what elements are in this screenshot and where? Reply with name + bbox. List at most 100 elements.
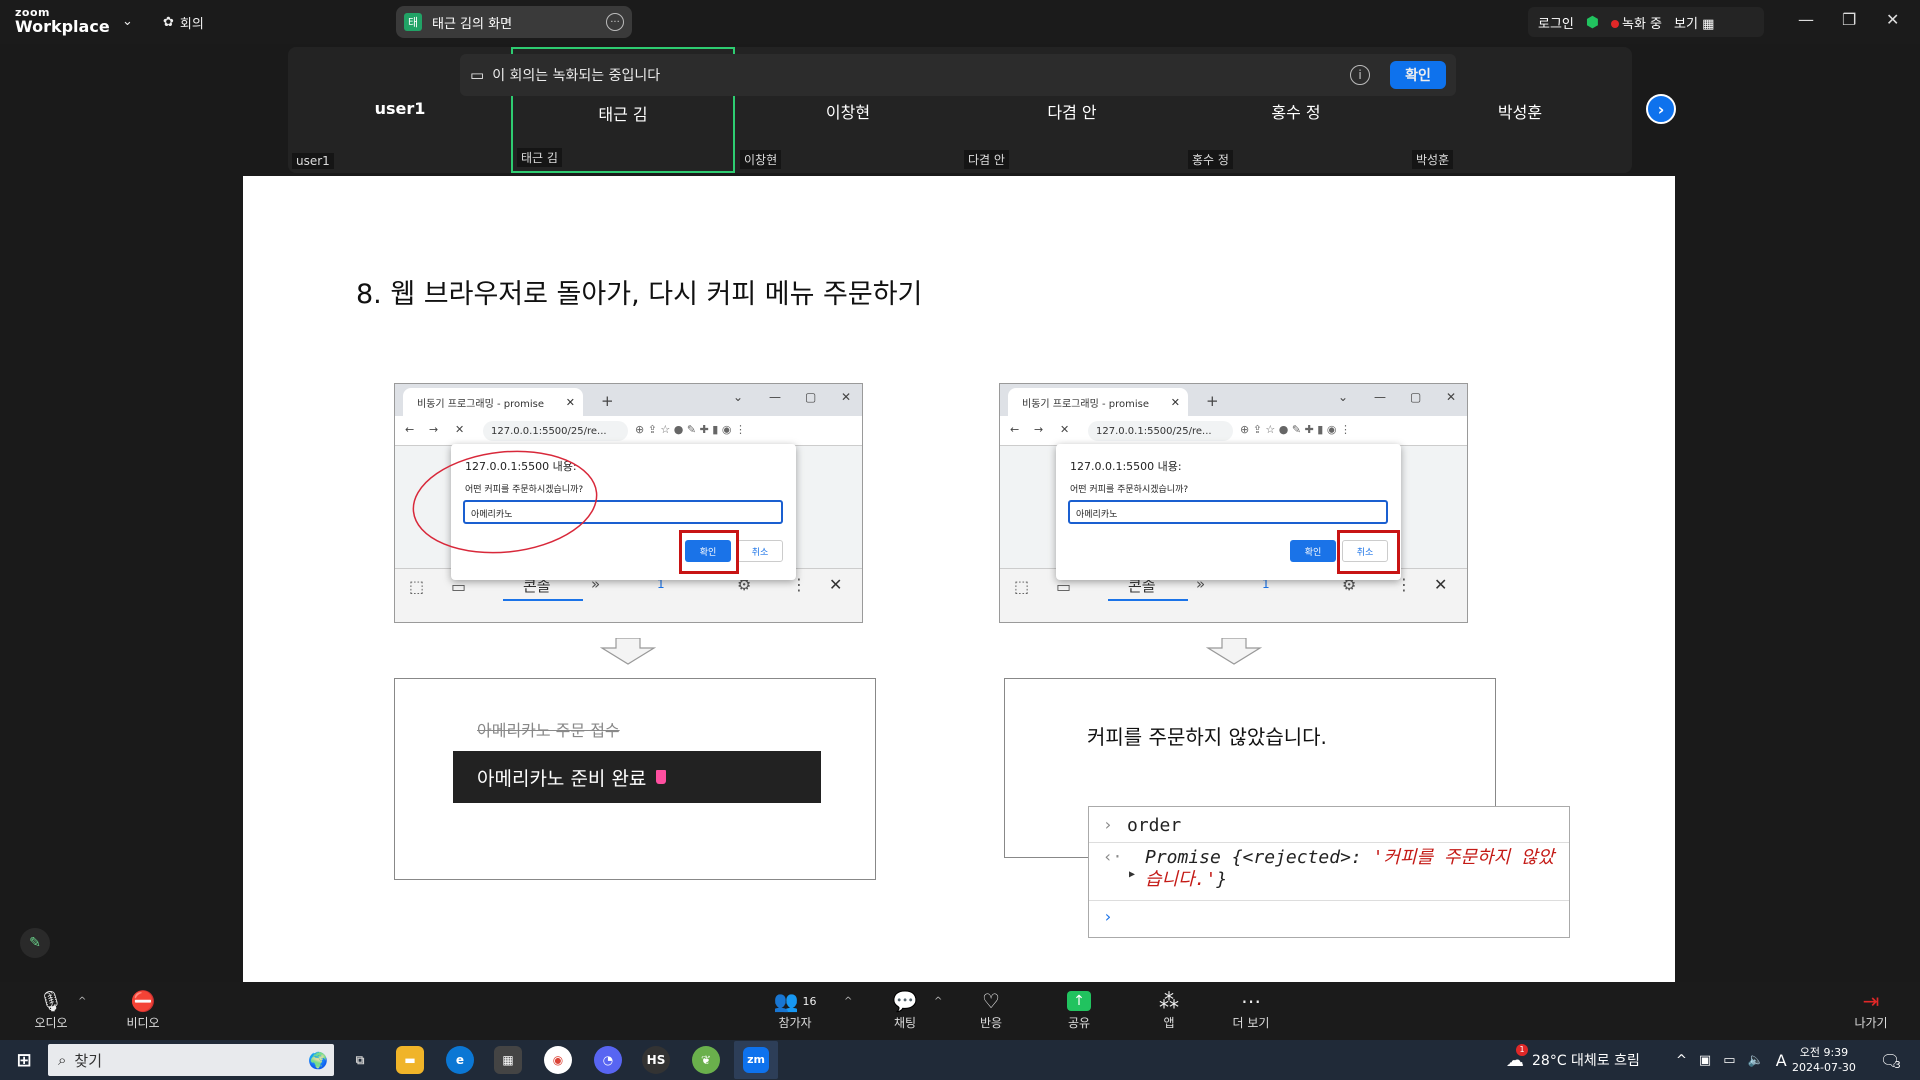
result-box-left: 아메리카노 주문 접수 아메리카노 준비 완료 <box>394 678 876 880</box>
browser-addressbar: ← → ✕ 127.0.0.1:5500/25/re... ⊕ ⇪ ☆ ● ✎ … <box>1000 416 1467 446</box>
forward-icon: → <box>1034 423 1044 436</box>
chevron-up-icon[interactable]: ^ <box>78 996 86 1007</box>
search-highlight-icon: 🌍 <box>308 1050 328 1070</box>
store-icon[interactable]: ▦ <box>494 1046 522 1074</box>
participant-name: 태근 김 <box>598 105 648 124</box>
chevron-up-icon[interactable]: ^ <box>844 996 852 1007</box>
apps-button[interactable]: ⁂ 앱 <box>1134 988 1204 1031</box>
meeting-menu-button[interactable]: ✿ 회의 <box>163 13 204 32</box>
discord-icon[interactable]: ◔ <box>594 1046 622 1074</box>
console-output: › order ‹· ▶ Promise {<rejected>: '커피를 주… <box>1088 806 1570 938</box>
more-options-icon[interactable]: ··· <box>606 13 624 31</box>
close-icon: ✕ <box>1446 390 1457 404</box>
active-tab-underline <box>1108 599 1188 601</box>
weather-badge: 1 <box>1516 1043 1528 1056</box>
camera-icon[interactable]: ▣ <box>1699 1053 1711 1068</box>
recording-notice-text: 이 회의는 녹화되는 중입니다 <box>492 68 661 84</box>
reactions-label: 반응 <box>979 1016 1003 1030</box>
reactions-button[interactable]: ♡ 반응 <box>956 988 1026 1031</box>
dialog-origin: 127.0.0.1:5500 내용: <box>1070 460 1182 473</box>
result-text: 커피를 주문하지 않았습니다. <box>1087 725 1327 749</box>
people-icon: ✿ <box>163 15 174 30</box>
spring-icon[interactable]: ❦ <box>692 1046 720 1074</box>
console-result: Promise {<rejected>: '커피를 주문하지 않았습니다.'} <box>1145 847 1561 891</box>
browser-tabbar: 비동기 프로그래밍 - promise ✕ + ⌄ — ▢ ✕ <box>1000 384 1467 416</box>
taskbar-search-label: 찾기 <box>74 1051 103 1070</box>
more-button[interactable]: ⋯ 더 보기 <box>1216 988 1286 1031</box>
participant-label: user1 <box>292 153 334 169</box>
view-button[interactable]: 보기 ▦ <box>1674 13 1714 32</box>
new-tab-icon: + <box>1206 392 1219 410</box>
dialog-input: 아메리카노 <box>1068 500 1388 524</box>
chat-button[interactable]: 💬 채팅 <box>870 988 940 1031</box>
tab-close-icon: ✕ <box>565 395 575 409</box>
file-explorer-icon[interactable]: ▬ <box>396 1046 424 1074</box>
edge-icon[interactable]: e <box>446 1046 474 1074</box>
leave-button[interactable]: ⇥ 나가기 <box>1836 988 1906 1031</box>
zoom-app-icon: zm <box>743 1047 769 1073</box>
participants-button[interactable]: 👥 16 참가자 <box>760 988 830 1031</box>
chevron-up-icon[interactable]: ^ <box>1676 1053 1687 1068</box>
clock[interactable]: 오전 9:39 2024-07-30 <box>1792 1040 1856 1080</box>
taskbar-search[interactable]: ⌕ 찾기 🌍 <box>48 1044 334 1076</box>
chevron-right-icon: › <box>1103 815 1113 834</box>
annotate-pencil-button[interactable]: ✎ <box>20 928 50 958</box>
chrome-icon[interactable]: ◉ <box>544 1046 572 1074</box>
console-result-row: ‹· ▶ Promise {<rejected>: '커피를 주문하지 않았습니… <box>1089 845 1569 901</box>
shared-screen: 8. 웹 브라우저로 돌아가, 다시 커피 메뉴 주문하기 비동기 프로그래밍 … <box>243 176 1675 982</box>
share-label: 공유 <box>1067 1016 1091 1030</box>
highlight-box-ok <box>679 530 739 574</box>
top-right-group: 로그인 ⬢ 녹화 중 보기 ▦ <box>1528 7 1764 37</box>
tab-close-icon: ✕ <box>1170 395 1180 409</box>
apps-label: 앱 <box>1163 1016 1175 1030</box>
chat-label: 채팅 <box>893 1016 917 1030</box>
login-button[interactable]: 로그인 <box>1538 13 1574 32</box>
recording-confirm-button[interactable]: 확인 <box>1390 61 1446 89</box>
slide-title: 8. 웹 브라우저로 돌아가, 다시 커피 메뉴 주문하기 <box>356 279 923 310</box>
camera-icon: ▭ <box>470 66 485 84</box>
minimize-icon[interactable]: — <box>1798 10 1814 29</box>
clock-date: 2024-07-30 <box>1792 1061 1856 1074</box>
highlight-box-cancel <box>1337 530 1400 574</box>
screen-share-indicator[interactable]: 태 태근 김의 화면 ··· <box>396 6 632 38</box>
hs-app-icon[interactable]: HS <box>642 1046 670 1074</box>
speaker-icon[interactable]: 🔈 <box>1748 1053 1764 1068</box>
arrow-down-icon <box>1206 638 1262 665</box>
chevron-right-icon: › <box>1657 99 1665 119</box>
share-title: 태근 김의 화면 <box>432 16 513 32</box>
ime-indicator[interactable]: A <box>1776 1051 1787 1070</box>
chevron-up-icon[interactable]: ^ <box>934 996 942 1007</box>
notification-center[interactable]: 🗨 3 <box>1880 1040 1901 1080</box>
restore-icon[interactable]: ❐ <box>1842 10 1856 29</box>
dialog-ok-button: 확인 <box>1290 540 1336 562</box>
gallery-next-button[interactable]: › <box>1646 94 1676 124</box>
network-icon[interactable]: ▭ <box>1723 1053 1735 1068</box>
info-icon[interactable]: i <box>1350 65 1370 85</box>
leave-label: 나가기 <box>1854 1016 1888 1030</box>
participant-label: 박성훈 <box>1412 150 1454 169</box>
recording-indicator[interactable]: 녹화 중 <box>1611 13 1662 32</box>
weather-widget[interactable]: ☁ 1 28°C 대체로 흐림 <box>1506 1040 1640 1080</box>
shield-icon[interactable]: ⬢ <box>1586 13 1599 31</box>
minimize-icon: — <box>769 390 781 404</box>
chevron-down-icon: ⌄ <box>733 390 744 404</box>
zoom-taskbar-item[interactable]: zm <box>734 1041 778 1079</box>
share-button[interactable]: ↑ 공유 <box>1044 988 1114 1031</box>
participant-name: 이창현 <box>825 103 871 122</box>
active-tab-underline <box>503 599 583 601</box>
drink-cup-icon <box>656 770 667 784</box>
windows-start-icon[interactable]: ⊞ <box>10 1046 38 1074</box>
chevron-down-icon: ⌄ <box>1338 390 1349 404</box>
close-icon[interactable]: ✕ <box>1886 10 1899 29</box>
weather-text: 28°C 대체로 흐림 <box>1532 1053 1640 1069</box>
task-view-icon[interactable]: ⧉ <box>346 1046 374 1074</box>
more-label: 더 보기 <box>1232 1016 1270 1030</box>
console-result-prefix: Promise {<rejected>: <box>1145 847 1373 868</box>
video-button[interactable]: ⛔ 비디오 <box>108 988 178 1031</box>
participant-count: 16 <box>802 994 817 1008</box>
chevron-down-icon[interactable]: ⌄ <box>122 14 133 29</box>
audio-button[interactable]: 🎙 오디오 <box>16 988 86 1031</box>
toolbar-icons: ⊕ ⇪ ☆ ● ✎ ✚ ▮ ◉ ⋮ <box>1240 423 1351 436</box>
close-icon: ✕ <box>1434 575 1448 594</box>
browser-addressbar: ← → ✕ 127.0.0.1:5500/25/re... ⊕ ⇪ ☆ ● ✎ … <box>395 416 862 446</box>
